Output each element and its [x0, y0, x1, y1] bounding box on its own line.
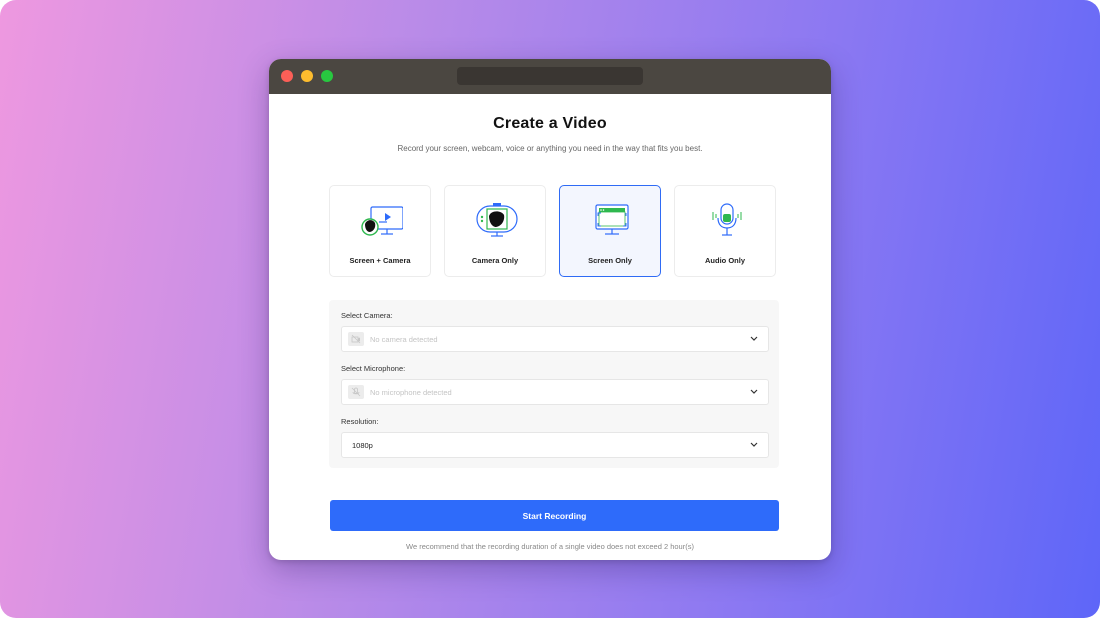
camera-placeholder: No camera detected [370, 335, 438, 344]
window-titlebar [269, 59, 831, 94]
address-bar[interactable] [457, 67, 643, 85]
mode-card-audio-only[interactable]: Audio Only [674, 185, 776, 277]
resolution-select[interactable]: 1080p [341, 432, 769, 458]
close-window-button[interactable] [281, 70, 293, 82]
maximize-window-button[interactable] [321, 70, 333, 82]
mic-off-icon [348, 385, 364, 399]
chevron-down-icon [750, 389, 758, 394]
duration-note: We recommend that the recording duration… [406, 542, 694, 551]
mode-label: Screen Only [588, 256, 632, 265]
mode-label: Audio Only [705, 256, 745, 265]
chevron-down-icon [750, 442, 758, 447]
screen-icon [595, 204, 629, 235]
settings-panel: Select Camera: No camera detected Select… [329, 300, 779, 468]
page-title: Create a Video [493, 115, 607, 132]
camera-label: Select Camera: [341, 311, 393, 320]
minimize-window-button[interactable] [301, 70, 313, 82]
resolution-value: 1080p [352, 441, 373, 450]
mode-card-screen-camera[interactable]: Screen + Camera [329, 185, 431, 277]
mode-label: Camera Only [471, 256, 519, 265]
chevron-down-icon [750, 336, 758, 341]
start-recording-button[interactable]: Start Recording [330, 500, 779, 531]
mode-card-screen-only[interactable]: Screen Only [559, 185, 661, 277]
desktop-background: Create a Video Record your screen, webca… [0, 0, 1100, 618]
resolution-label: Resolution: [341, 417, 379, 426]
app-window: Create a Video Record your screen, webca… [269, 59, 831, 560]
camera-select[interactable]: No camera detected [341, 326, 769, 352]
microphone-placeholder: No microphone detected [370, 388, 452, 397]
webcam-icon [476, 203, 518, 237]
camera-off-icon [348, 332, 364, 346]
microphone-icon [712, 203, 742, 236]
mode-label: Screen + Camera [349, 256, 411, 265]
microphone-label: Select Microphone: [341, 364, 406, 373]
screen-camera-icon [361, 206, 403, 236]
page-subtitle: Record your screen, webcam, voice or any… [397, 144, 703, 153]
microphone-select[interactable]: No microphone detected [341, 379, 769, 405]
mode-card-camera-only[interactable]: Camera Only [444, 185, 546, 277]
